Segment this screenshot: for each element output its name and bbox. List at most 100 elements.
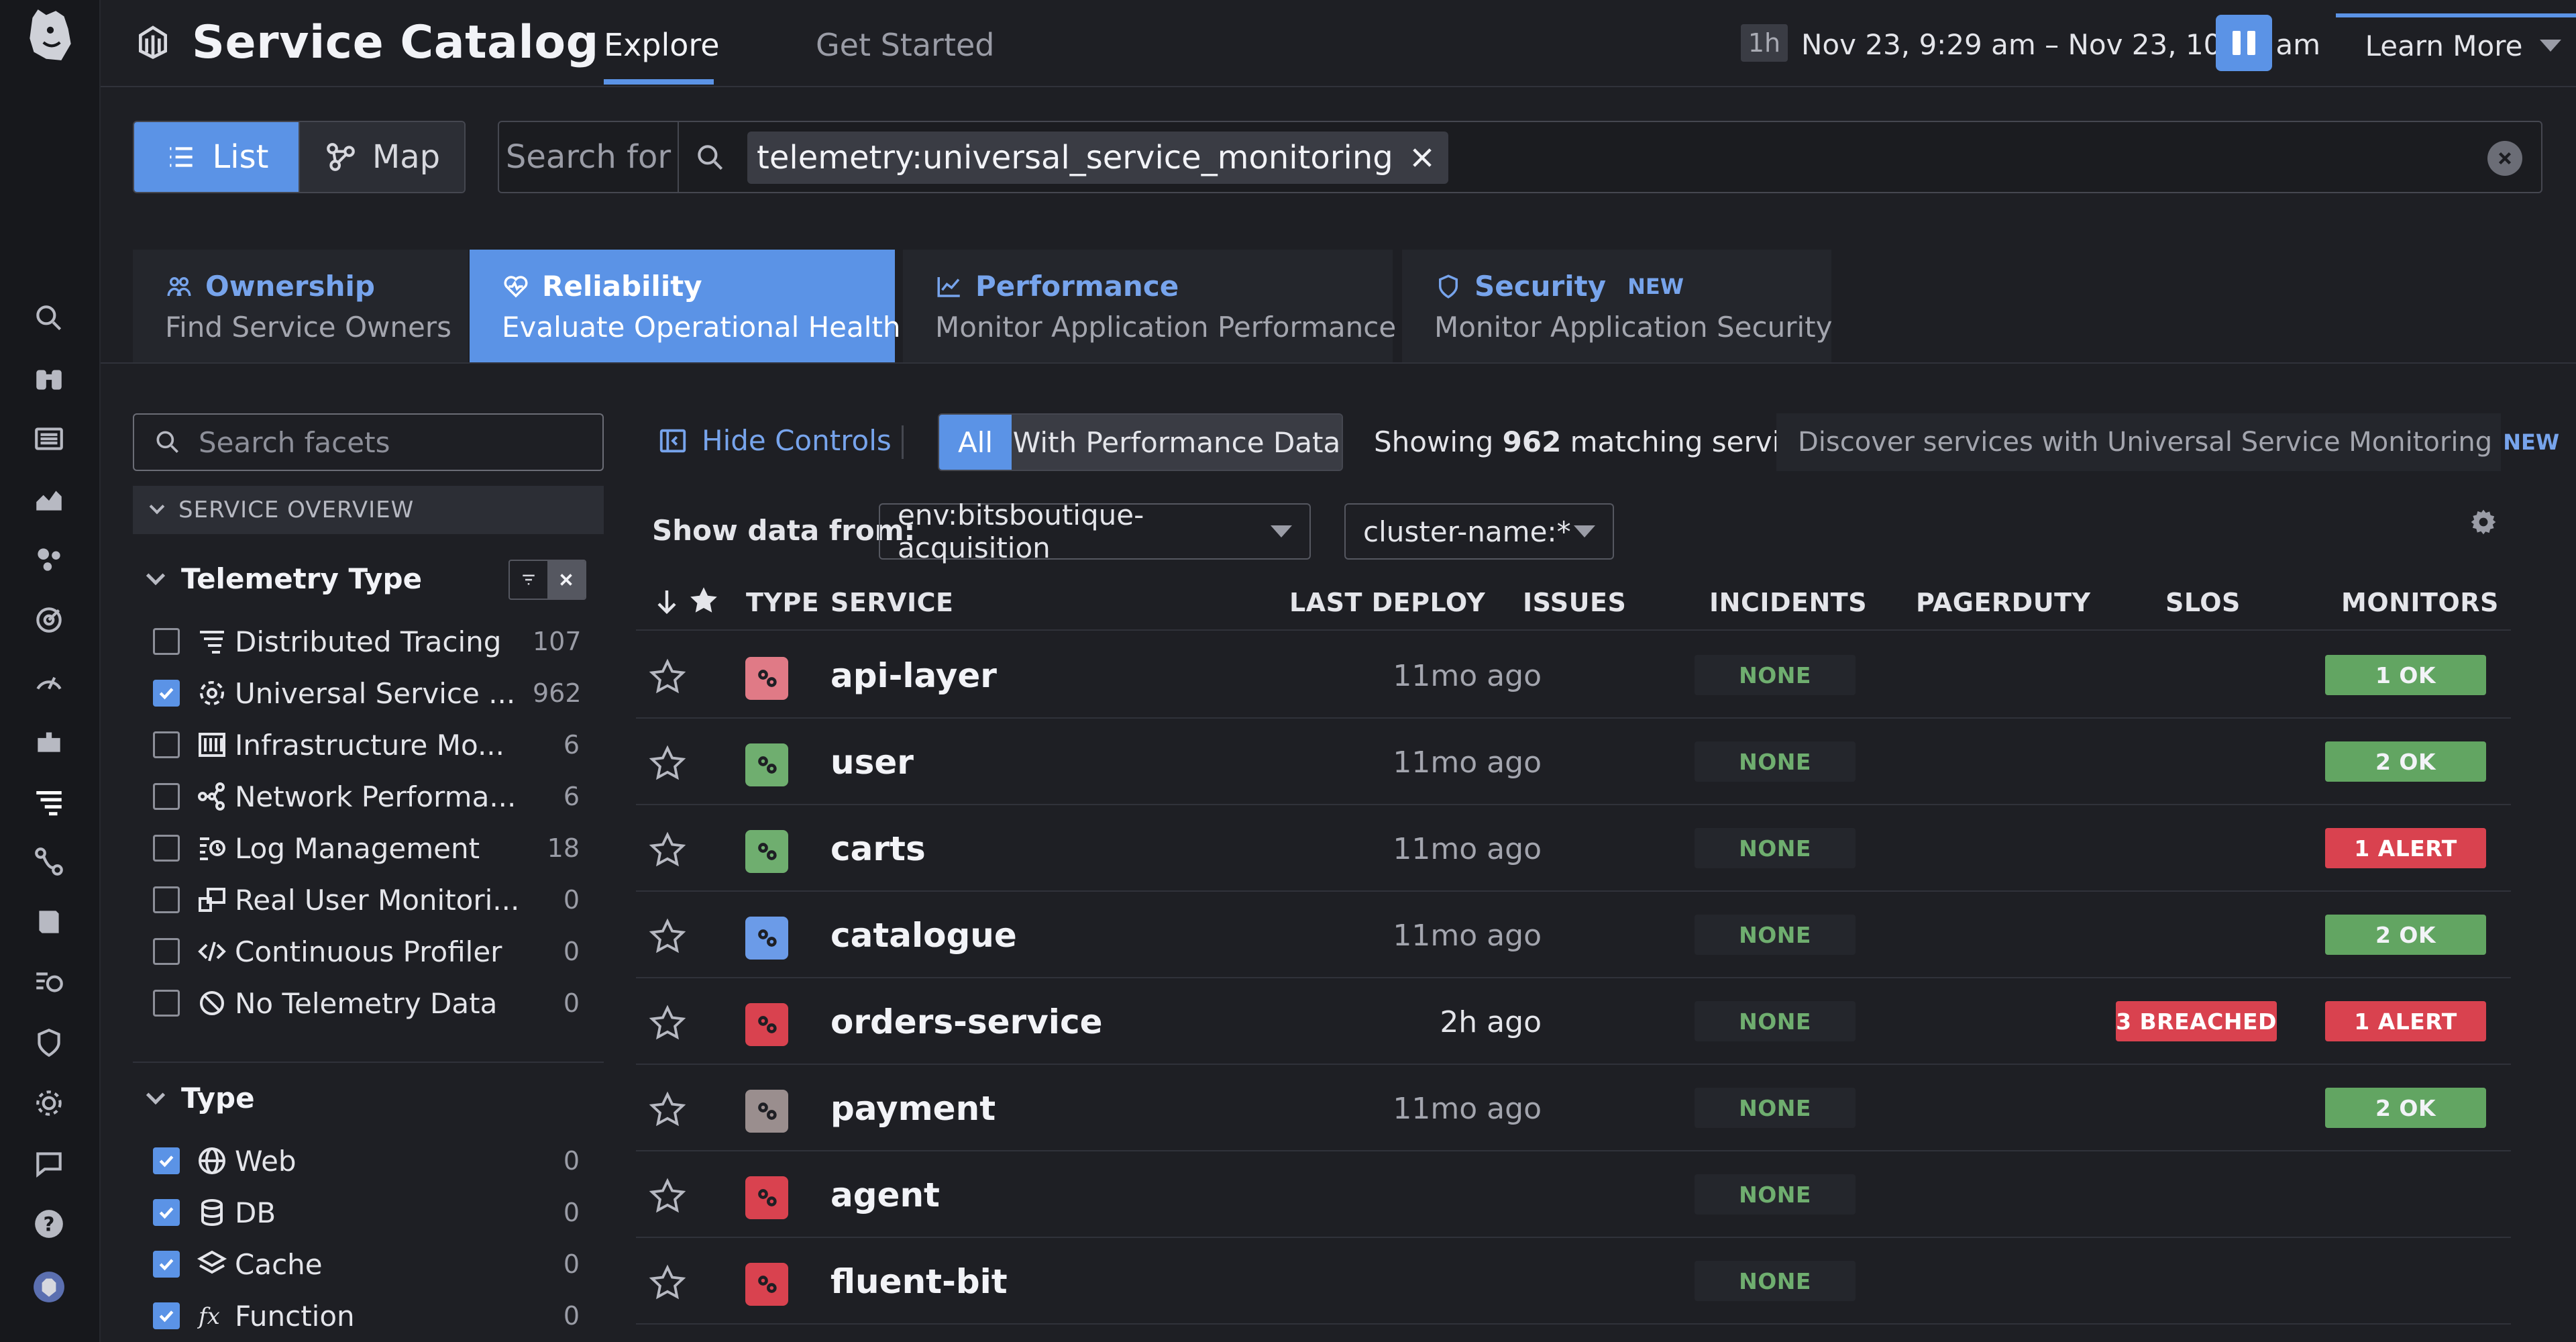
monitors-column-header[interactable]: MONITORS — [2341, 588, 2499, 617]
binoculars-nav-icon[interactable] — [30, 360, 68, 397]
monitor-status-badge[interactable]: 2 OK — [2325, 741, 2486, 782]
monitor-status-badge[interactable]: 2 OK — [2325, 915, 2486, 955]
search-nav-icon[interactable] — [30, 299, 68, 337]
incidents-status-badge[interactable]: NONE — [1695, 1174, 1856, 1215]
incidents-status-badge[interactable]: NONE — [1695, 741, 1856, 782]
filter-all-button[interactable]: All — [939, 415, 1012, 470]
facet-type-cache[interactable]: Cache 0 — [153, 1243, 580, 1286]
service-overview-section[interactable]: SERVICE OVERVIEW — [133, 486, 604, 534]
env-select[interactable]: env:bitsboutique-acquisition — [879, 499, 1311, 564]
facet-real-user-monitoring[interactable]: Real User Monitori... 0 — [153, 878, 580, 921]
service-name-link[interactable]: user — [830, 743, 914, 782]
star-icon[interactable] — [648, 1090, 687, 1129]
table-row[interactable]: fluent-bit NONE — [636, 1238, 2511, 1325]
checkbox-checked[interactable] — [153, 1199, 180, 1226]
facet-continuous-profiler[interactable]: Continuous Profiler 0 — [153, 930, 580, 973]
facet-distributed-tracing[interactable]: Distributed Tracing 107 — [153, 620, 582, 663]
user-avatar-icon[interactable] — [30, 1268, 68, 1306]
checkbox-checked[interactable] — [153, 1302, 180, 1329]
integrations-nav-icon[interactable] — [30, 541, 68, 578]
facet-type-web[interactable]: Web 0 — [153, 1139, 580, 1182]
time-window-badge[interactable]: 1h — [1741, 24, 1788, 62]
last-deploy-column-header[interactable]: LAST DEPLOY — [1289, 588, 1485, 617]
facet-type-db[interactable]: DB 0 — [153, 1191, 580, 1234]
notebooks-nav-icon[interactable] — [30, 903, 68, 941]
search-filter-chip[interactable]: telemetry:universal_service_monitoring — [747, 132, 1448, 184]
service-name-link[interactable]: api-layer — [830, 656, 997, 695]
service-name-link[interactable]: orders-service — [830, 1002, 1103, 1041]
pause-live-button[interactable] — [2216, 15, 2272, 71]
table-row[interactable]: carts 11mo ago NONE 1 ALERT — [636, 805, 2511, 892]
apm-nav-icon[interactable] — [30, 662, 68, 699]
facet-search-input[interactable]: Search facets — [133, 413, 604, 471]
discover-usm-banner[interactable]: Discover services with Universal Service… — [1776, 413, 2559, 471]
incidents-status-badge[interactable]: NONE — [1695, 1261, 1856, 1301]
checkbox[interactable] — [153, 731, 180, 758]
checkbox[interactable] — [153, 886, 180, 913]
pagerduty-column-header[interactable]: PAGERDUTY — [1916, 588, 2091, 617]
incidents-status-badge[interactable]: NONE — [1695, 1001, 1856, 1041]
monitors-nav-icon[interactable] — [30, 601, 68, 639]
incidents-status-badge[interactable]: NONE — [1695, 655, 1856, 695]
service-name-link[interactable]: catalogue — [830, 916, 1017, 955]
star-icon[interactable] — [648, 917, 687, 956]
close-icon[interactable] — [547, 561, 585, 599]
checkbox[interactable] — [153, 628, 180, 655]
type-group[interactable]: Type — [146, 1082, 255, 1115]
facet-type-function[interactable]: fx Function 0 — [153, 1294, 580, 1337]
star-icon[interactable] — [648, 1004, 687, 1043]
checkbox[interactable] — [153, 783, 180, 810]
checkbox[interactable] — [153, 990, 180, 1017]
help-nav-icon[interactable]: ? — [30, 1205, 68, 1243]
ux-monitoring-nav-icon[interactable] — [30, 1084, 68, 1122]
facet-network-performance[interactable]: Network Performa... 6 — [153, 775, 580, 818]
tab-get-started[interactable]: Get Started — [816, 27, 994, 63]
logs-nav-icon[interactable] — [30, 964, 68, 1001]
table-row[interactable]: user 11mo ago NONE 2 OK — [636, 719, 2511, 805]
checkbox-checked[interactable] — [153, 1251, 180, 1278]
star-icon[interactable] — [648, 1177, 687, 1216]
perspective-security[interactable]: Security NEW Monitor Application Securit… — [1402, 250, 1833, 362]
incidents-column-header[interactable]: INCIDENTS — [1709, 588, 1867, 617]
incidents-status-badge[interactable]: NONE — [1695, 828, 1856, 868]
chat-nav-icon[interactable] — [30, 1145, 68, 1182]
star-icon[interactable] — [648, 658, 687, 696]
security-nav-icon[interactable] — [30, 1024, 68, 1062]
service-column-header[interactable]: SERVICE — [830, 588, 953, 617]
table-row[interactable]: catalogue 11mo ago NONE 2 OK — [636, 892, 2511, 978]
tab-explore[interactable]: Explore — [604, 27, 720, 63]
incidents-status-badge[interactable]: NONE — [1695, 915, 1856, 955]
facet-infrastructure-monitoring[interactable]: Infrastructure Mo... 6 — [153, 723, 580, 766]
star-icon[interactable] — [648, 744, 687, 783]
gear-icon[interactable] — [2469, 507, 2498, 537]
perspective-ownership[interactable]: Ownership Find Service Owners — [133, 250, 468, 362]
cluster-select[interactable]: cluster-name:* — [1344, 503, 1614, 560]
favorite-column-icon[interactable] — [687, 584, 720, 623]
service-name-link[interactable]: fluent-bit — [830, 1262, 1008, 1301]
close-icon[interactable] — [1408, 144, 1436, 172]
service-name-link[interactable]: agent — [830, 1176, 940, 1215]
table-row[interactable]: payment 11mo ago NONE 2 OK — [636, 1065, 2511, 1151]
type-column-header[interactable]: TYPE — [746, 588, 819, 617]
perspective-reliability[interactable]: Reliability Evaluate Operational Health — [470, 250, 901, 362]
table-row[interactable]: agent NONE — [636, 1151, 2511, 1238]
checkbox-checked[interactable] — [153, 1147, 180, 1174]
service-name-link[interactable]: payment — [830, 1089, 996, 1128]
monitor-status-badge[interactable]: 1 OK — [2325, 655, 2486, 695]
clear-search-button[interactable] — [2487, 141, 2522, 176]
slos-column-header[interactable]: SLOS — [2165, 588, 2241, 617]
checkbox[interactable] — [153, 835, 180, 862]
table-row[interactable]: api-layer 11mo ago NONE 1 OK — [636, 632, 2511, 719]
checkbox[interactable] — [153, 938, 180, 965]
table-row[interactable]: orders-service 2h ago NONE 3 BREACHED 1 ALER… — [636, 978, 2511, 1065]
map-view-button[interactable]: Map — [299, 122, 464, 192]
network-nav-icon[interactable] — [30, 843, 68, 880]
datadog-logo-icon[interactable] — [23, 4, 78, 66]
monitor-status-badge[interactable]: 1 ALERT — [2325, 828, 2486, 868]
metrics-nav-icon[interactable] — [30, 480, 68, 518]
monitor-status-badge[interactable]: 2 OK — [2325, 1088, 2486, 1128]
checkbox-checked[interactable] — [153, 680, 180, 707]
issues-column-header[interactable]: ISSUES — [1523, 588, 1626, 617]
monitor-status-badge[interactable]: 1 ALERT — [2325, 1001, 2486, 1041]
slo-status-badge[interactable]: 3 BREACHED — [2116, 1001, 2277, 1041]
